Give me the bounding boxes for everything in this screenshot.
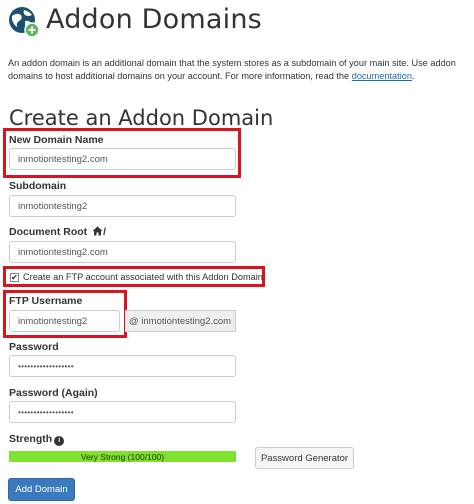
- addon-domains-icon: [9, 7, 40, 38]
- password-input[interactable]: ••••••••••••••••••: [9, 355, 236, 377]
- document-root-slash: /: [103, 226, 107, 238]
- ftp-checkbox-label: Create an FTP account associated with th…: [23, 272, 266, 282]
- ftp-domain-suffix: @ inmotiontesting2.com: [125, 310, 236, 332]
- page-title: Addon Domains: [46, 4, 262, 35]
- strength-label: Strength i: [9, 433, 65, 446]
- intro-text: An addon domain is an additional domain …: [8, 57, 474, 83]
- password-strength-meter: Very Strong (100/100): [9, 451, 236, 462]
- documentation-link[interactable]: documentation: [352, 71, 412, 81]
- subdomain-input[interactable]: inmotiontesting2: [9, 195, 236, 217]
- document-root-input[interactable]: inmotiontesting2.com: [9, 241, 236, 263]
- intro-end: .: [411, 71, 415, 81]
- password-generator-button[interactable]: Password Generator: [255, 447, 354, 469]
- subdomain-label: Subdomain: [9, 180, 67, 192]
- password-again-label: Password (Again): [9, 387, 98, 399]
- new-domain-input[interactable]: inmotiontesting2.com: [9, 148, 236, 170]
- password-label: Password: [9, 341, 59, 353]
- ftp-account-checkbox[interactable]: ✔: [10, 273, 19, 282]
- section-title: Create an Addon Domain: [9, 106, 274, 130]
- ftp-username-input[interactable]: inmotiontesting2: [9, 310, 120, 332]
- home-icon: [92, 226, 103, 236]
- document-root-label: Document Root /: [9, 226, 106, 238]
- new-domain-label: New Domain Name: [9, 134, 104, 146]
- add-domain-button[interactable]: Add Domain: [8, 478, 75, 501]
- strength-label-text: Strength: [9, 433, 53, 445]
- info-icon[interactable]: i: [54, 435, 65, 446]
- password-again-input[interactable]: ••••••••••••••••••: [9, 401, 236, 423]
- ftp-username-label: FTP Username: [9, 295, 83, 307]
- document-root-label-text: Document Root: [9, 226, 88, 238]
